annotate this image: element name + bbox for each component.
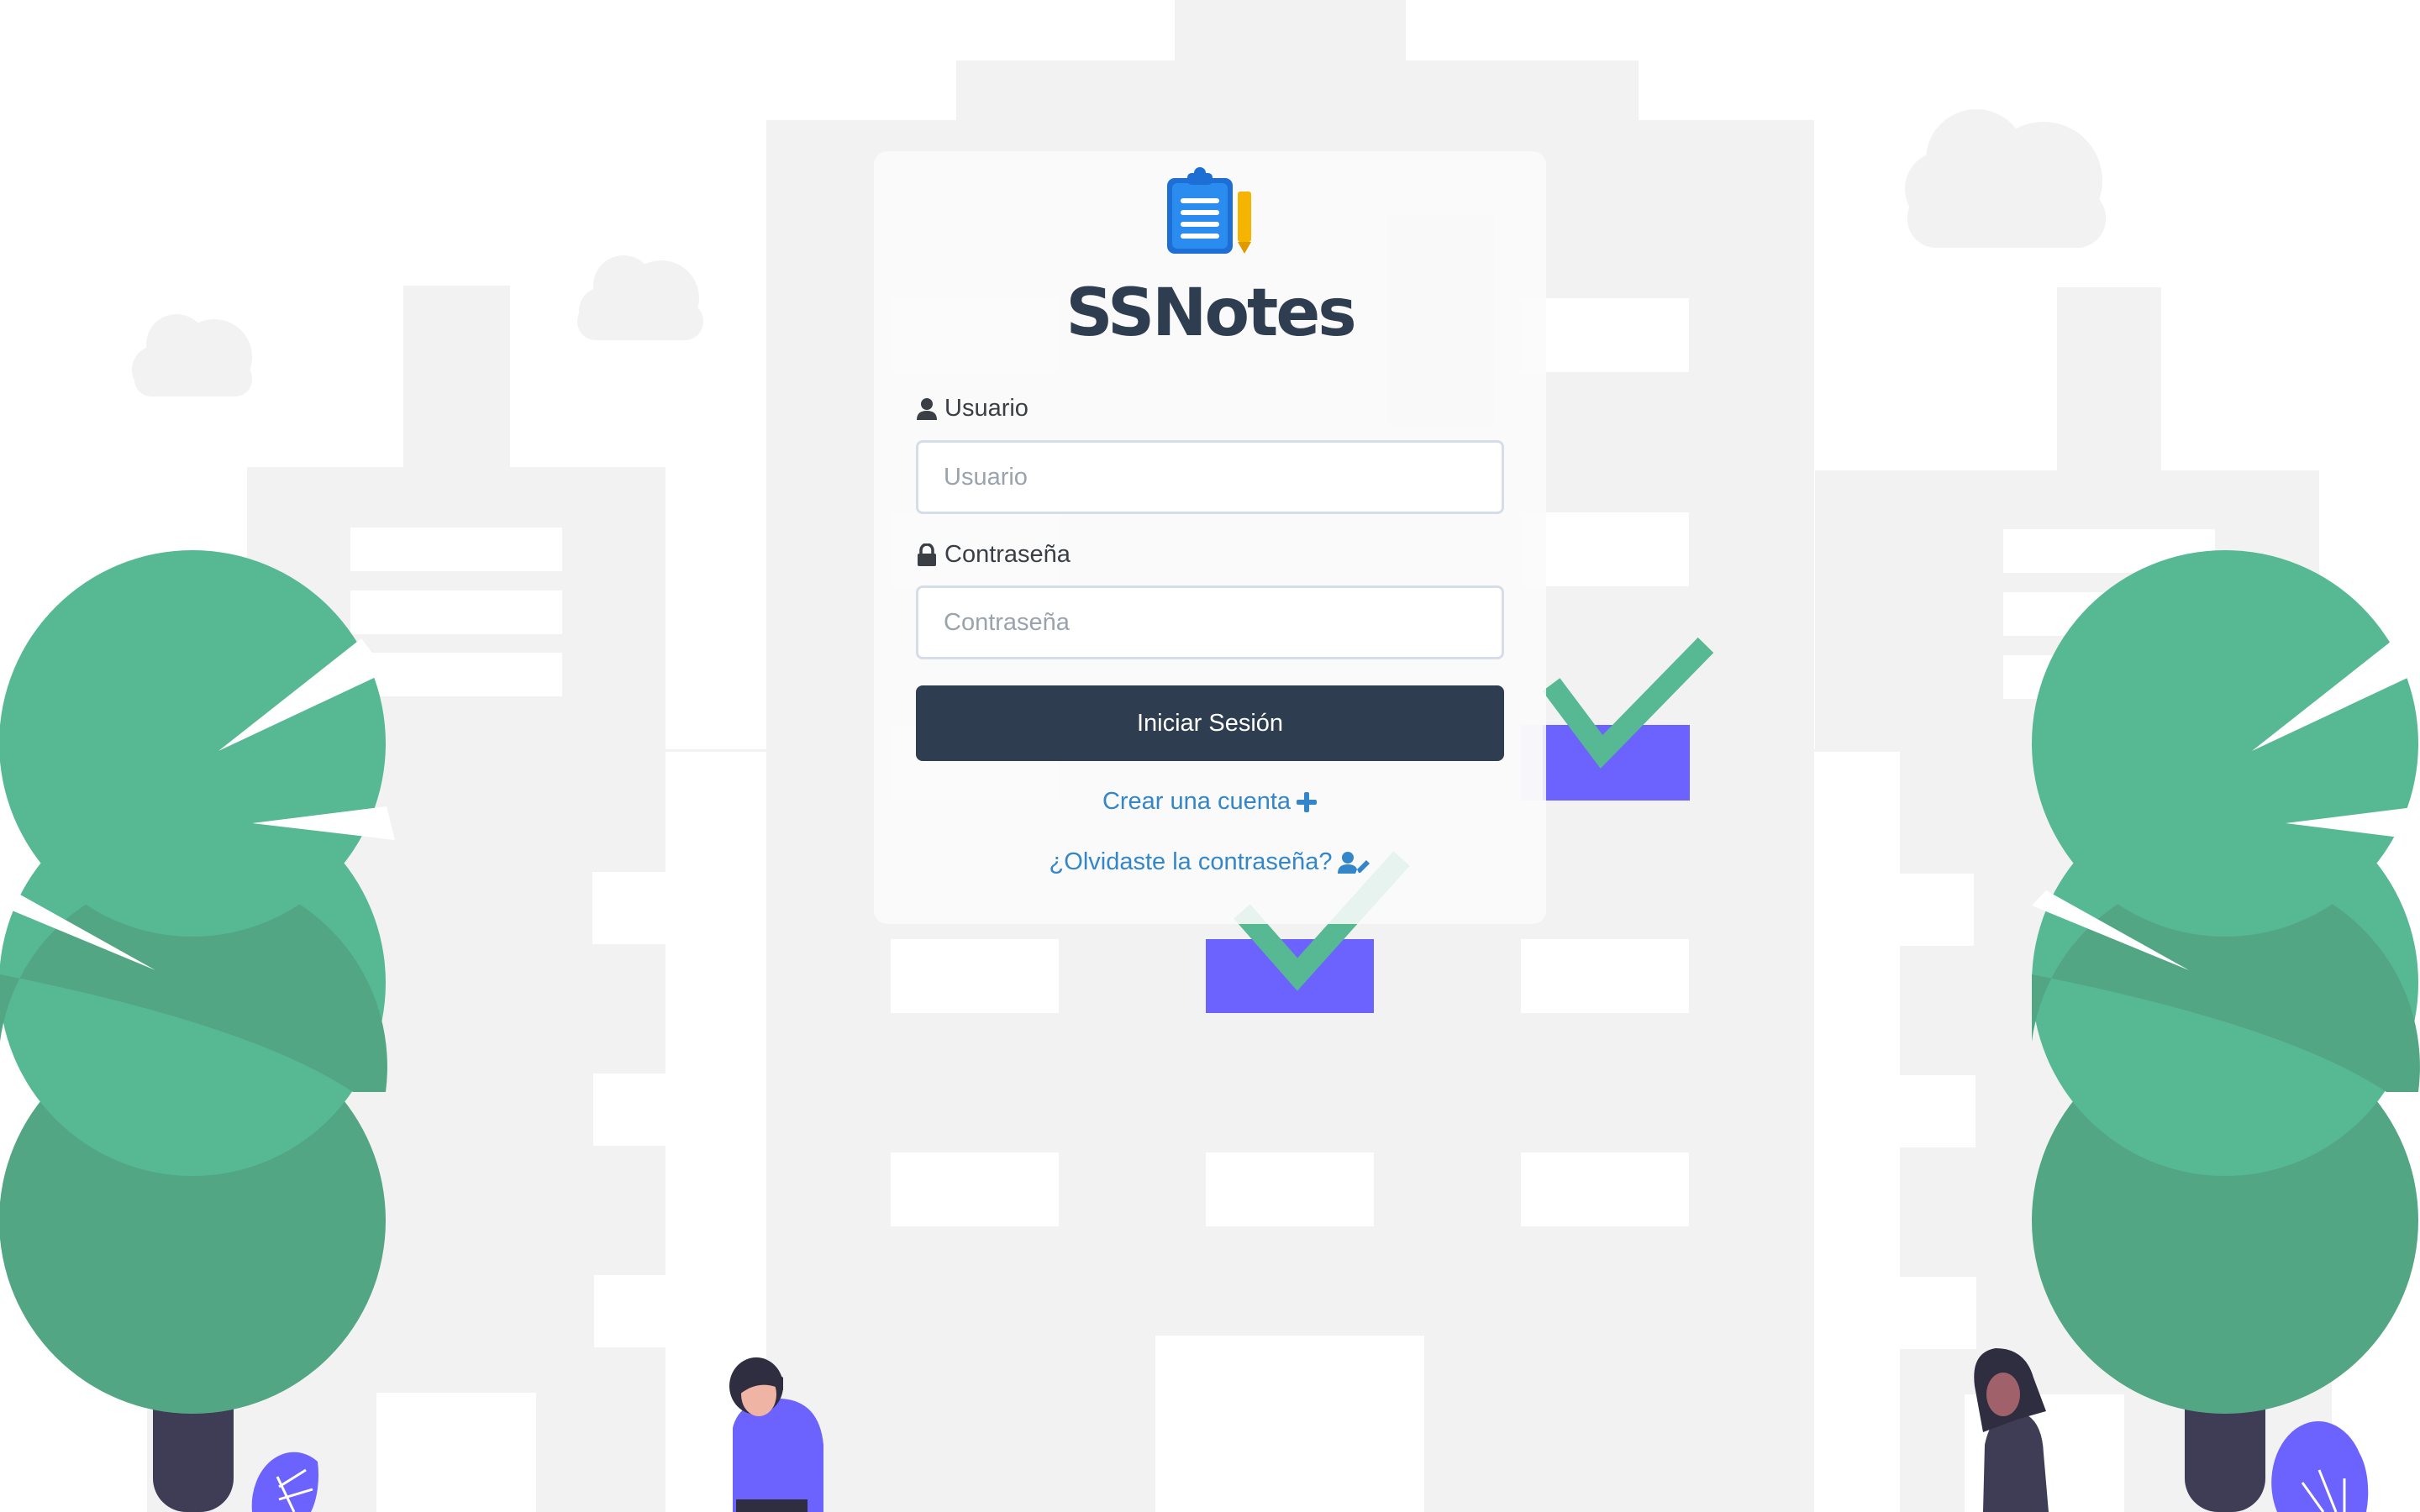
password-label-text: Contraseña [944, 541, 1071, 568]
user-icon [917, 397, 937, 420]
login-button[interactable]: Iniciar Sesión [916, 685, 1504, 761]
username-label: Usuario [916, 395, 1028, 423]
clipboard-pencil-icon [1167, 167, 1251, 254]
login-card: SSNotes Usuario Contraseña Iniciar Sesió… [874, 151, 1546, 924]
password-label: Contraseña [916, 541, 1071, 569]
plus-icon [1297, 791, 1318, 812]
username-label-text: Usuario [944, 395, 1028, 422]
brand-title: SSNotes [1065, 276, 1356, 351]
password-input[interactable] [916, 585, 1504, 659]
lock-icon [918, 543, 936, 566]
create-account-text: Crear una cuenta [1102, 788, 1292, 815]
forgot-password-text: ¿Olvidaste la contraseña? [1049, 848, 1333, 875]
user-edit-icon [1338, 851, 1370, 874]
forgot-password-link[interactable]: ¿Olvidaste la contraseña? [874, 848, 1546, 876]
username-input[interactable] [916, 440, 1504, 514]
create-account-link[interactable]: Crear una cuenta [874, 788, 1546, 816]
